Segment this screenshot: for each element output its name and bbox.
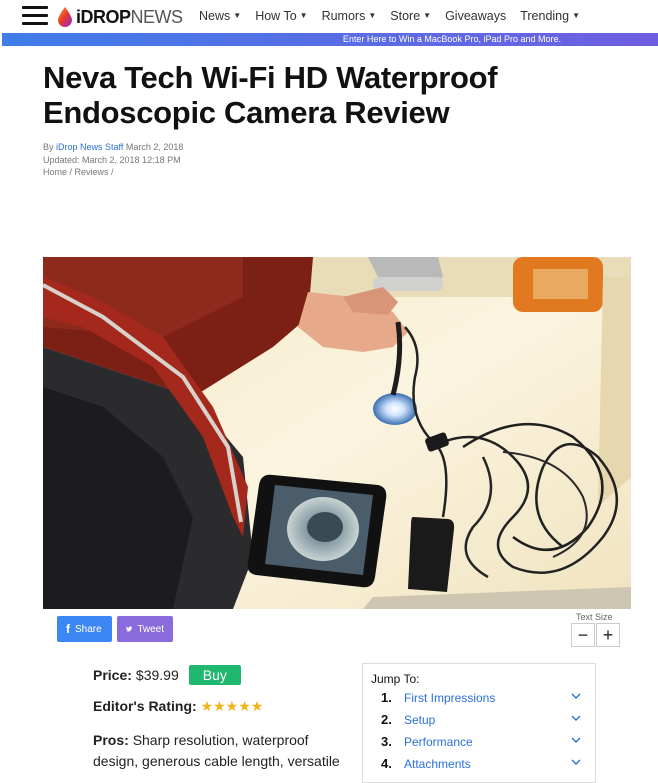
byline: By iDrop News Staff March 2, 2018 — [43, 141, 183, 154]
star-rating: ★★★★★ — [200, 698, 264, 714]
pros-text: Pros: Sharp resolution, waterproof desig… — [93, 730, 357, 772]
chevron-down-icon — [571, 693, 581, 699]
caret-down-icon: ▼ — [368, 11, 377, 20]
price-row: Price: $39.99 Buy — [93, 665, 241, 685]
jump-item[interactable]: 1. First Impressions — [363, 688, 595, 710]
promo-link[interactable]: Enter Here to Win a MacBook Pro, iPad Pr… — [343, 34, 658, 44]
facebook-icon: f — [66, 622, 70, 636]
jump-item[interactable]: 2. Setup — [363, 710, 595, 732]
breadcrumb: Home / Reviews / — [43, 167, 114, 177]
publish-date: March 2, 2018 — [125, 142, 184, 152]
breadcrumb-reviews[interactable]: Reviews — [75, 167, 109, 177]
site-header: iDROPNEWS News ▼ How To ▼ Rumors ▼ Store ▼ G… — [0, 0, 658, 33]
caret-down-icon: ▼ — [572, 11, 581, 20]
nav-label: How To — [255, 9, 297, 23]
nav-how-to[interactable]: How To ▼ — [255, 9, 307, 23]
jump-label: Attachments — [404, 757, 471, 771]
nav-store[interactable]: Store ▼ — [390, 9, 431, 23]
twitter-icon — [126, 626, 133, 632]
drop-logo-icon — [58, 7, 72, 27]
buy-button[interactable]: Buy — [188, 665, 241, 685]
nav-trending[interactable]: Trending ▼ — [520, 9, 580, 23]
chevron-down-icon — [571, 715, 581, 721]
caret-down-icon: ▼ — [423, 11, 432, 20]
article-meta: By iDrop News Staff March 2, 2018 Update… — [43, 141, 183, 179]
nav-label: Store — [390, 9, 421, 23]
text-size-increase-button[interactable]: + — [596, 623, 620, 647]
jump-number: 1. — [381, 690, 392, 705]
text-size-decrease-button[interactable]: − — [571, 623, 595, 647]
twitter-tweet-button[interactable]: Tweet — [117, 616, 173, 642]
pros-body: Sharp resolution, waterproof design, gen… — [93, 732, 340, 769]
nav-news[interactable]: News ▼ — [199, 9, 241, 23]
jump-label: Setup — [404, 713, 436, 727]
site-logo[interactable]: iDROPNEWS — [58, 6, 183, 28]
price-label: Price: — [93, 667, 132, 683]
logo-suffix: NEWS — [130, 6, 184, 27]
jump-number: 2. — [381, 712, 392, 727]
caret-down-icon: ▼ — [233, 11, 242, 20]
jump-to-box: Jump To: 1. First Impressions 2. Setup 3… — [362, 663, 596, 783]
price-value: $39.99 — [135, 667, 179, 683]
rating-row: Editor's Rating: ★★★★★ — [93, 698, 263, 715]
tweet-label: Tweet — [137, 623, 164, 635]
main-nav: News ▼ How To ▼ Rumors ▼ Store ▼ Giveaways T… — [199, 9, 594, 23]
chevron-down-icon — [571, 737, 581, 743]
facebook-share-button[interactable]: f Share — [57, 616, 112, 642]
nav-label: Trending — [520, 9, 570, 23]
chevron-down-icon — [571, 759, 581, 765]
nav-label: Rumors — [321, 9, 366, 23]
promo-banner: Enter Here to Win a MacBook Pro, iPad Pr… — [2, 33, 658, 46]
text-size-label: Text Size — [576, 612, 613, 622]
share-label: Share — [75, 623, 102, 635]
jump-item[interactable]: 4. Attachments — [363, 754, 595, 776]
jump-item[interactable]: 3. Performance — [363, 732, 595, 754]
nav-rumors[interactable]: Rumors ▼ — [322, 9, 377, 23]
jump-label: Performance — [404, 735, 473, 749]
jump-label: First Impressions — [404, 691, 496, 705]
logo-prefix: iDROP — [76, 6, 131, 27]
menu-icon[interactable] — [22, 6, 48, 26]
author-link[interactable]: iDrop News Staff — [56, 142, 123, 152]
nav-label: News — [199, 9, 231, 23]
article-title: Neva Tech Wi-Fi HD Waterproof Endoscopic… — [43, 60, 498, 130]
breadcrumb-home[interactable]: Home — [43, 167, 67, 177]
rating-label: Editor's Rating: — [93, 698, 197, 714]
jump-number: 3. — [381, 734, 392, 749]
caret-down-icon: ▼ — [299, 11, 308, 20]
pros-label: Pros: — [93, 732, 129, 748]
hero-image — [43, 257, 631, 609]
nav-giveaways[interactable]: Giveaways — [445, 9, 506, 23]
nav-label: Giveaways — [445, 9, 507, 23]
jump-to-title: Jump To: — [371, 672, 420, 686]
by-label: By — [43, 142, 54, 152]
updated-date: Updated: March 2, 2018 12:18 PM — [43, 154, 181, 165]
